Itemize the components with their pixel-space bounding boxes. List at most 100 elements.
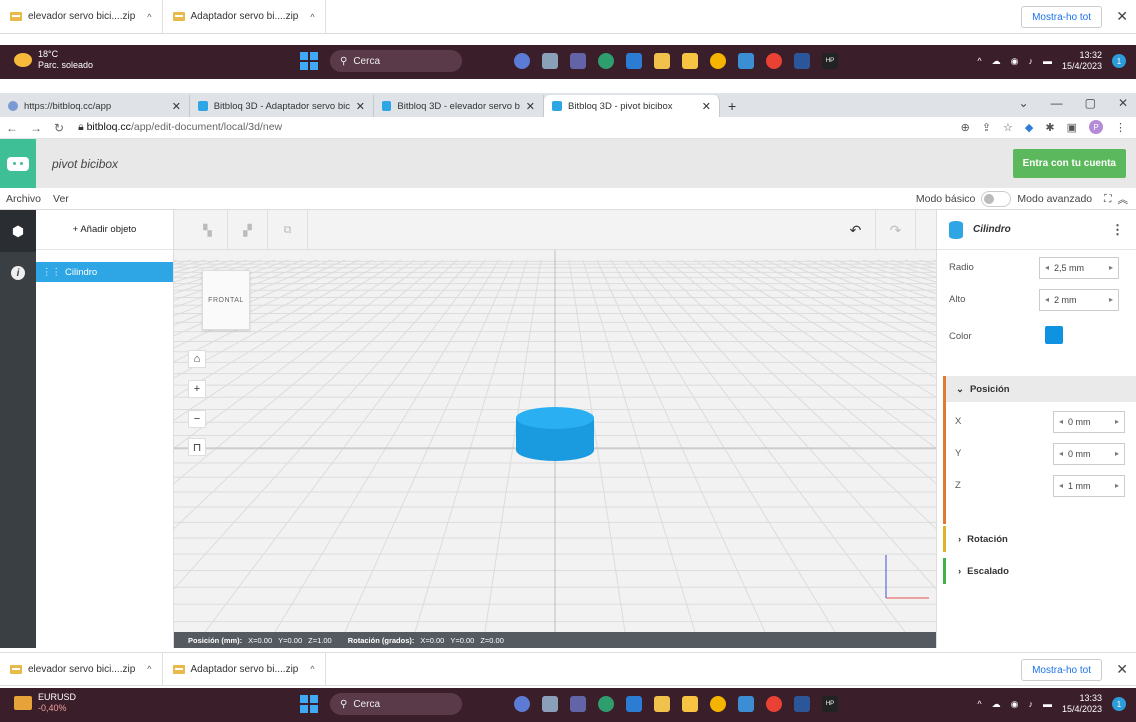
decrement-icon[interactable]: ◂ [1054,481,1068,490]
increment-icon[interactable]: ▸ [1110,417,1124,426]
address-bar[interactable]: 🔒︎ bitbloq.cc/app/edit-document/local/3d… [78,121,282,134]
store-app-icon[interactable] [654,53,670,69]
collapse-icon[interactable]: ︽ [1118,192,1129,207]
objects-tab-cube-icon[interactable]: ⬢ [0,210,36,252]
maximize-icon[interactable]: ▢ [1085,96,1096,110]
volume-icon[interactable]: ♪ [1028,56,1033,66]
login-button[interactable]: Entra con tu cuenta [1012,149,1126,178]
menu-archivo[interactable]: Archivo [6,193,41,205]
wifi-icon[interactable]: ◉ [1011,699,1019,710]
close-window-icon[interactable]: ✕ [1118,96,1128,110]
decrement-icon[interactable]: ◂ [1040,295,1054,304]
battery-icon[interactable]: ▬ [1043,699,1052,709]
share-icon[interactable]: ⇪ [982,121,991,134]
clock[interactable]: 13:33 15/4/2023 [1062,693,1102,715]
wifi-icon[interactable]: ◉ [1011,56,1019,67]
taskbar-search[interactable]: ⚲ Cerca [330,50,462,72]
show-all-downloads-button[interactable]: Mostra-ho tot [1021,6,1102,28]
copilot-app-icon[interactable] [514,696,530,712]
mode-toggle[interactable] [981,191,1012,207]
chrome-profile-app-icon[interactable] [766,696,782,712]
notification-badge[interactable]: 1 [1112,54,1126,68]
file-explorer-icon[interactable] [682,696,698,712]
info-tab-icon[interactable]: i [0,252,36,294]
windows-start-icon[interactable] [300,52,318,70]
weather-widget[interactable]: 18°C Parc. soleado [14,49,93,71]
chevron-up-icon[interactable]: ^ [147,12,151,22]
store-app-icon[interactable] [654,696,670,712]
document-title[interactable]: pivot bicibox [52,157,118,171]
fullscreen-icon[interactable]: ⛶ [1104,193,1111,206]
copilot-app-icon[interactable] [514,53,530,69]
home-view-icon[interactable]: ⌂ [188,350,206,368]
edge-app-icon[interactable] [598,53,614,69]
increment-icon[interactable]: ▸ [1104,263,1118,272]
object-menu-icon[interactable]: ⋮ [1111,222,1124,238]
new-tab-button[interactable]: + [720,95,736,117]
download-item[interactable]: elevador servo bici....zip ^ [0,0,163,33]
x-input[interactable]: ◂ 0 mm ▸ [1053,410,1125,433]
close-icon[interactable]: ✕ [1116,661,1128,678]
forward-icon[interactable]: → [30,121,42,135]
radio-input[interactable]: ◂ 2,5 mm ▸ [1039,256,1119,279]
close-icon[interactable]: ✕ [1116,8,1128,25]
object-list-item[interactable]: ⋮⋮ Cilindro [36,262,173,282]
profile-avatar[interactable]: P [1089,120,1103,134]
chevron-up-icon[interactable]: ^ [147,664,151,674]
add-object-button[interactable]: + Añadir objeto [36,210,173,250]
close-tab-icon[interactable]: ✕ [702,100,711,113]
reload-icon[interactable]: ↻ [54,121,64,135]
zoom-out-icon[interactable]: − [188,410,206,428]
mail-app-icon[interactable] [626,696,642,712]
position-section-header[interactable]: ⌄ Posición [946,376,1136,402]
y-input[interactable]: ◂ 0 mm ▸ [1053,442,1125,465]
word-app-icon[interactable] [794,53,810,69]
calendar-app-icon[interactable] [738,696,754,712]
browser-tab-active[interactable]: Bitbloq 3D - pivot bicibox ✕ [544,95,720,117]
zoom-in-icon[interactable]: + [188,380,206,398]
hp-app-icon[interactable]: HP [822,696,838,712]
cylinder-object[interactable] [510,400,600,470]
bitbloq-logo-icon[interactable] [0,139,36,188]
task-view-icon[interactable] [542,696,558,712]
ungroup-icon[interactable]: ▞ [228,210,268,250]
battery-icon[interactable]: ▬ [1043,56,1052,66]
decrement-icon[interactable]: ◂ [1040,263,1054,272]
color-swatch[interactable] [1045,326,1063,344]
side-panel-icon[interactable]: ▣ [1067,121,1077,134]
task-view-icon[interactable] [542,53,558,69]
cloud-icon[interactable]: ☁ [992,699,1001,710]
close-tab-icon[interactable]: ✕ [172,100,181,113]
back-icon[interactable]: ← [6,121,18,135]
increment-icon[interactable]: ▸ [1110,449,1124,458]
increment-icon[interactable]: ▸ [1104,295,1118,304]
redo-icon[interactable]: ↷ [876,210,916,250]
menu-kebab-icon[interactable]: ⋮ [1115,121,1126,134]
object-name-title[interactable]: Cilindro [973,224,1011,235]
close-tab-icon[interactable]: ✕ [526,100,535,113]
group-icon[interactable]: ▚ [188,210,228,250]
calendar-app-icon[interactable] [738,53,754,69]
duplicate-icon[interactable]: ⧉ [268,210,308,250]
notification-badge[interactable]: 1 [1112,697,1126,711]
windows-start-icon[interactable] [300,695,318,713]
decrement-icon[interactable]: ◂ [1054,449,1068,458]
chrome-app-icon[interactable] [710,53,726,69]
zoom-icon[interactable]: ⊕ [961,121,970,134]
increment-icon[interactable]: ▸ [1110,481,1124,490]
chrome-profile-app-icon[interactable] [766,53,782,69]
market-widget[interactable]: EURUSD -0,40% [14,692,76,714]
menu-ver[interactable]: Ver [53,193,69,205]
file-explorer-icon[interactable] [682,53,698,69]
chevron-up-icon[interactable]: ^ [977,56,981,66]
edge-app-icon[interactable] [598,696,614,712]
browser-tab[interactable]: Bitbloq 3D - Adaptador servo bic ✕ [190,95,374,117]
download-item[interactable]: elevador servo bici....zip ^ [0,653,163,685]
z-input[interactable]: ◂ 1 mm ▸ [1053,474,1125,497]
close-tab-icon[interactable]: ✕ [356,100,365,113]
3d-viewport[interactable]: FRONTAL ⌂ + − ⊓ [174,250,936,632]
drag-handle-icon[interactable]: ⋮⋮ [42,267,61,278]
extensions-puzzle-icon[interactable]: ✱ [1045,121,1054,134]
teams-app-icon[interactable] [570,696,586,712]
chevron-up-icon[interactable]: ^ [977,699,981,709]
